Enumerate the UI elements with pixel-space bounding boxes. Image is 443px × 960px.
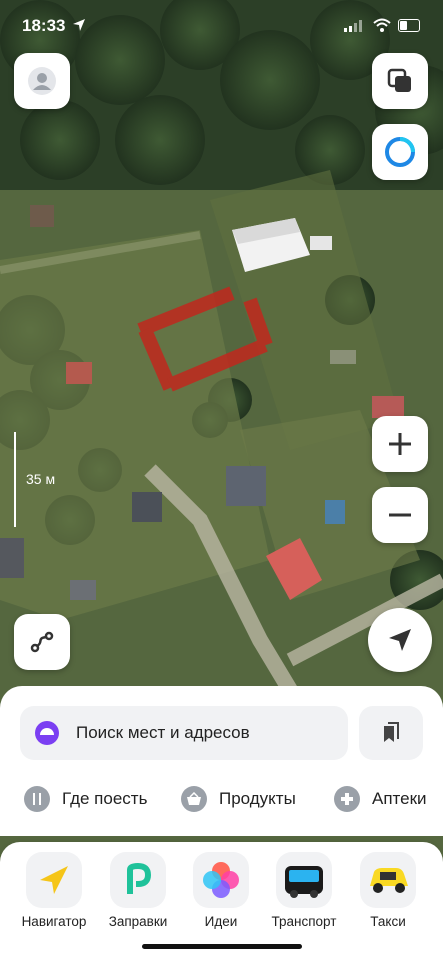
route-button[interactable] — [14, 614, 70, 670]
battery-icon — [398, 19, 420, 32]
fork-knife-icon — [24, 786, 50, 812]
category-chips: Где поесть Продукты Аптеки — [0, 780, 443, 818]
bus-icon — [276, 852, 332, 908]
search-placeholder: Поиск мест и адресов — [76, 723, 250, 742]
status-time: 18:33 — [22, 16, 66, 35]
zoom-out-button[interactable] — [372, 487, 428, 543]
app-label: Заправки — [108, 914, 168, 929]
map-scale-label: 35 м — [26, 471, 56, 487]
minus-icon — [389, 513, 411, 517]
layers-icon — [387, 68, 411, 92]
map-scale-bar — [14, 432, 16, 527]
wifi-icon — [373, 18, 391, 32]
app-label: Идеи — [204, 914, 238, 929]
location-arrow-icon — [389, 629, 411, 651]
my-location-button[interactable] — [368, 608, 432, 672]
chip-label: Продукты — [219, 789, 296, 808]
alice-icon — [35, 721, 59, 745]
ideas-icon — [193, 852, 249, 908]
home-indicator — [142, 944, 302, 949]
app-label: Транспорт — [271, 914, 337, 929]
app-label: Навигатор — [21, 914, 87, 929]
status-bar: 18:33 — [0, 14, 443, 40]
chip-food[interactable]: Где поесть — [24, 780, 147, 818]
route-icon — [30, 631, 54, 653]
user-icon — [28, 67, 56, 95]
app-taxi[interactable]: Такси — [343, 852, 433, 929]
taxi-icon — [360, 852, 416, 908]
chip-label: Аптеки — [372, 789, 427, 808]
app-navigator[interactable]: Навигатор — [9, 852, 99, 929]
chip-label: Где поесть — [62, 789, 148, 808]
gas-station-icon — [110, 852, 166, 908]
chip-pharmacy[interactable]: Аптеки — [334, 780, 427, 818]
basket-icon — [181, 786, 207, 812]
signal-icon — [344, 20, 362, 32]
map-layers-button[interactable] — [372, 53, 428, 109]
chip-groceries[interactable]: Продукты — [181, 780, 296, 818]
alice-assistant-button[interactable] — [372, 124, 428, 180]
app-ideas[interactable]: Идеи — [176, 852, 266, 929]
alice-ring-icon — [385, 137, 415, 167]
search-input[interactable]: Поиск мест и адресов — [20, 706, 348, 760]
profile-button[interactable] — [14, 53, 70, 109]
app-label: Такси — [370, 914, 406, 929]
bookmark-icon — [384, 722, 399, 742]
zoom-in-button[interactable] — [372, 416, 428, 472]
navigator-icon — [26, 852, 82, 908]
app-transport[interactable]: Транспорт — [259, 852, 349, 929]
plus-icon — [389, 433, 411, 455]
location-arrow-icon — [73, 19, 85, 31]
pharmacy-cross-icon — [334, 786, 360, 812]
app-gas-stations[interactable]: Заправки — [93, 852, 183, 929]
bookmarks-button[interactable] — [359, 706, 423, 760]
